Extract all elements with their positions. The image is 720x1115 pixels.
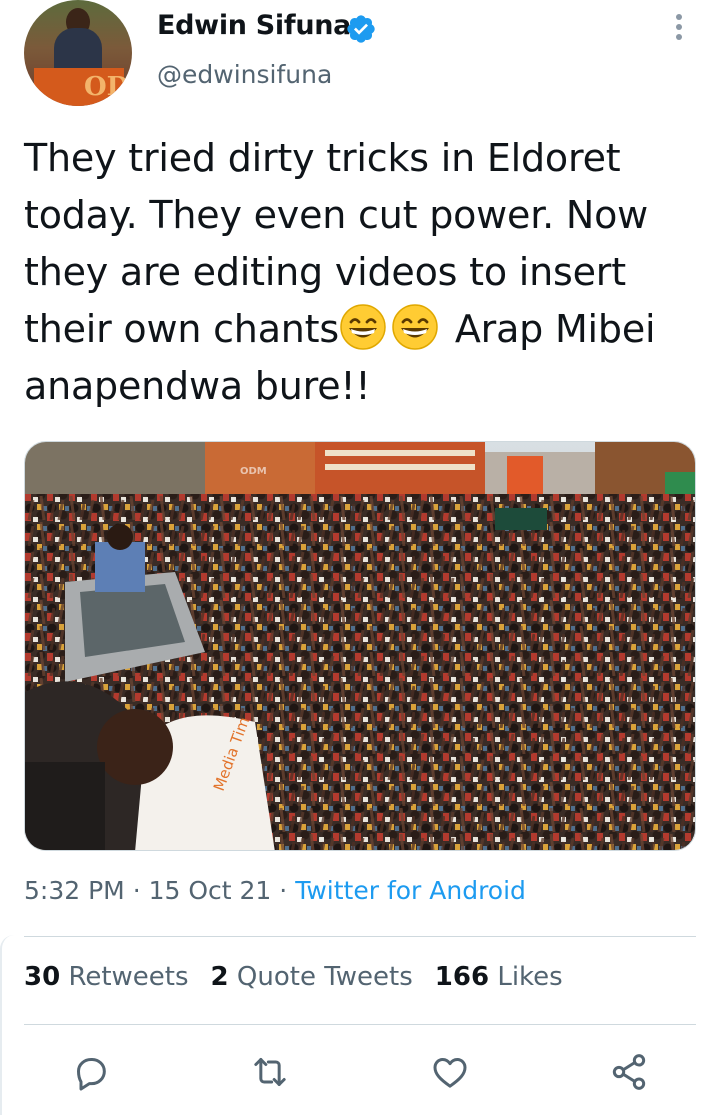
reply-icon[interactable] <box>71 1052 111 1092</box>
likes-count: 166 <box>434 962 490 992</box>
grinning-emoji-icon <box>392 304 438 350</box>
tweet-text: They tried dirty tricks in Eldoret today… <box>24 130 704 415</box>
crowd-photo: Media Tim ODM <box>25 442 695 850</box>
avatar[interactable]: OD <box>24 0 132 106</box>
tweet-photo[interactable]: Media Tim ODM <box>24 441 696 851</box>
share-icon[interactable] <box>609 1052 649 1092</box>
tweet-actions <box>0 1052 720 1098</box>
quotes-label: Quote Tweets <box>236 962 413 992</box>
meta-separator: · <box>132 876 141 905</box>
likes-label: Likes <box>497 962 563 992</box>
verified-badge-icon <box>347 15 375 43</box>
retweets-stat[interactable]: 30 Retweets <box>24 962 189 992</box>
grinning-emoji-icon <box>340 304 386 350</box>
tweet-meta: 5:32 PM · 15 Oct 21 · Twitter for Androi… <box>24 876 526 905</box>
media-sign-text: ODM <box>240 466 267 477</box>
divider <box>24 1024 696 1025</box>
tweet-source-link[interactable]: Twitter for Android <box>295 876 526 905</box>
quotes-stat[interactable]: 2 Quote Tweets <box>211 962 413 992</box>
tweet-time: 5:32 PM <box>24 876 125 905</box>
author-name[interactable]: Edwin Sifuna <box>157 10 351 41</box>
meta-separator: · <box>279 876 288 905</box>
retweet-icon[interactable] <box>250 1052 290 1092</box>
author-handle[interactable]: @edwinsifuna <box>157 60 332 89</box>
tweet-stats: 30 Retweets 2 Quote Tweets 166 Likes <box>24 962 563 992</box>
more-options-icon[interactable] <box>668 14 690 44</box>
tweet-date: 15 Oct 21 <box>148 876 272 905</box>
like-icon[interactable] <box>430 1052 470 1092</box>
quotes-count: 2 <box>210 962 229 992</box>
divider <box>24 936 696 937</box>
likes-stat[interactable]: 166 Likes <box>435 962 563 992</box>
retweets-label: Retweets <box>68 962 189 992</box>
retweets-count: 30 <box>24 962 61 992</box>
tweet-header: OD Edwin Sifuna @edwinsifuna <box>0 0 720 110</box>
avatar-podium-text: OD <box>84 72 130 102</box>
